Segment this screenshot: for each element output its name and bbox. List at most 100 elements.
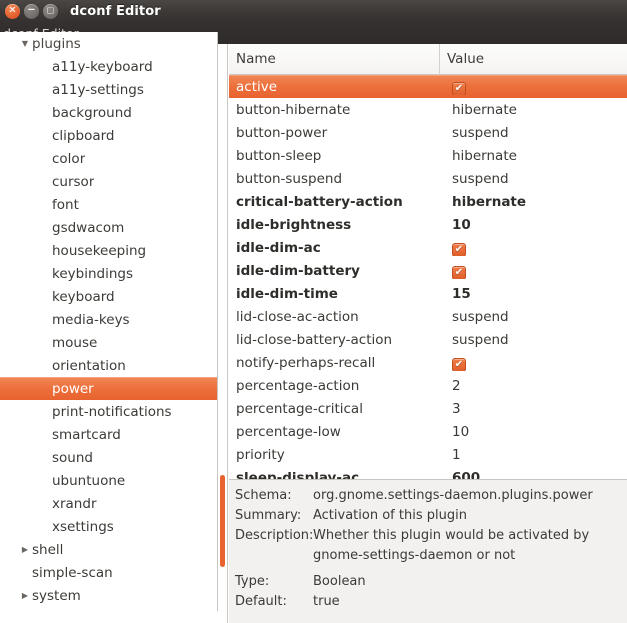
table-row[interactable]: idle-dim-ac [229,236,627,259]
checkbox-checked-icon[interactable] [452,243,466,256]
key-value-cell[interactable]: 1 [440,447,627,463]
key-name-cell: lid-close-battery-action [236,331,393,348]
sidebar-item-color[interactable]: color [0,147,217,170]
sidebar-item-system[interactable]: ▶ system [0,584,217,607]
sidebar-item-simple-scan[interactable]: simple-scan [0,561,217,584]
sidebar-item-media-keys[interactable]: media-keys [0,308,217,331]
sidebar-item-cursor[interactable]: cursor [0,170,217,193]
sidebar-item-font[interactable]: font [0,193,217,216]
window-controls: × − □ [0,3,58,19]
detail-label-default: Default: [235,594,287,609]
table-row[interactable]: percentage-critical 3 [229,397,627,420]
key-value-cell[interactable]: 15 [440,286,627,302]
table-row[interactable]: button-suspend suspend [229,167,627,190]
key-name-cell: percentage-action [236,377,360,394]
table-row[interactable]: idle-brightness 10 [229,213,627,236]
table-row[interactable]: percentage-low 10 [229,420,627,443]
column-header-name[interactable]: Name [229,44,440,75]
key-value-cell[interactable]: 10 [440,424,627,440]
key-value-cell[interactable]: hibernate [440,102,627,118]
table-header-row: Name Value [229,44,627,75]
sidebar-item-label: shell [32,541,64,558]
table-row[interactable]: button-hibernate hibernate [229,98,627,121]
chevron-right-icon[interactable]: ▶ [18,591,32,600]
sidebar-item-xsettings[interactable]: xsettings [0,515,217,538]
sidebar-item-label: keybindings [52,265,133,282]
sidebar-item-mouse[interactable]: mouse [0,331,217,354]
key-value-cell[interactable]: suspend [440,309,627,325]
key-name-cell: notify-perhaps-recall [236,354,376,371]
sidebar-item-a11y-settings[interactable]: a11y-settings [0,78,217,101]
checkbox-checked-icon[interactable] [452,358,466,371]
sidebar-item-yelp[interactable]: yelp [0,607,217,612]
table-row[interactable]: lid-close-battery-action suspend [229,328,627,351]
sidebar-item-label: media-keys [52,311,130,328]
chevron-right-icon[interactable]: ▶ [18,545,32,554]
sidebar-item-background[interactable]: background [0,101,217,124]
sidebar-item-label: power [52,380,94,397]
table-row[interactable]: sleep-display-ac 600 [229,466,627,480]
key-name-cell: priority [236,446,285,463]
table-row[interactable]: active [229,75,627,98]
sidebar-item-plugins[interactable]: ▼ plugins [0,32,217,55]
sidebar-scrollbar-thumb[interactable] [220,475,225,567]
key-value-cell[interactable]: hibernate [440,148,627,164]
table-row[interactable]: button-sleep hibernate [229,144,627,167]
sidebar-item-housekeeping[interactable]: housekeeping [0,239,217,262]
key-value-cell[interactable] [440,354,627,371]
sidebar-item-orientation[interactable]: orientation [0,354,217,377]
sidebar-item-label: housekeeping [52,242,147,259]
table-row[interactable]: idle-dim-time 15 [229,282,627,305]
key-value-cell[interactable] [440,78,627,95]
sidebar-item-clipboard[interactable]: clipboard [0,124,217,147]
key-name-cell: sleep-display-ac [236,469,360,480]
sidebar-item-shell[interactable]: ▶ shell [0,538,217,561]
schema-tree-sidebar[interactable]: ▼ plugins a11y-keyboard a11y-settings backgr… [0,32,218,611]
sidebar-item-label: system [32,587,81,604]
sidebar-item-gsdwacom[interactable]: gsdwacom [0,216,217,239]
column-header-value[interactable]: Value [440,44,627,75]
detail-value-summary: Activation of this plugin [313,508,467,523]
minimize-button[interactable]: − [24,3,39,19]
sidebar-item-xrandr[interactable]: xrandr [0,492,217,515]
checkbox-checked-icon[interactable] [452,266,466,279]
maximize-button[interactable]: □ [43,3,58,19]
table-row[interactable]: critical-battery-action hibernate [229,190,627,213]
key-value-cell[interactable]: suspend [440,332,627,348]
table-row[interactable]: idle-dim-battery [229,259,627,282]
detail-value-description: Whether this plugin would be activated b… [313,528,590,563]
key-value-cell[interactable] [440,262,627,279]
sidebar-item-a11y-keyboard[interactable]: a11y-keyboard [0,55,217,78]
sidebar-item-keybindings[interactable]: keybindings [0,262,217,285]
sidebar-item-label: cursor [52,173,95,190]
key-value-cell[interactable]: 600 [440,470,627,480]
sidebar-item-label: clipboard [52,127,115,144]
sidebar-item-label: orientation [52,357,126,374]
sidebar-item-sound[interactable]: sound [0,446,217,469]
key-value-cell[interactable]: hibernate [440,194,627,210]
table-row[interactable]: lid-close-ac-action suspend [229,305,627,328]
sidebar-item-print-notifications[interactable]: print-notifications [0,400,217,423]
sidebar-item-keyboard[interactable]: keyboard [0,285,217,308]
key-value-cell[interactable]: 2 [440,378,627,394]
key-value-cell[interactable]: suspend [440,125,627,141]
sidebar-item-ubuntuone[interactable]: ubuntuone [0,469,217,492]
detail-value-default: true [313,594,340,609]
key-name-cell: button-hibernate [236,101,351,118]
key-value-cell[interactable]: 3 [440,401,627,417]
table-row[interactable]: priority 1 [229,443,627,466]
key-value-cell[interactable]: 10 [440,217,627,233]
sidebar-item-label: gsdwacom [52,219,125,236]
sidebar-item-power[interactable]: power [0,377,217,400]
close-button[interactable]: × [5,3,20,19]
key-value-cell[interactable]: suspend [440,171,627,187]
table-row[interactable]: notify-perhaps-recall [229,351,627,374]
table-row[interactable]: percentage-action 2 [229,374,627,397]
detail-row-default: Default: true [235,592,627,612]
sidebar-item-label: print-notifications [52,403,172,420]
checkbox-checked-icon[interactable] [452,82,466,95]
table-row[interactable]: button-power suspend [229,121,627,144]
key-value-cell[interactable] [440,239,627,256]
sidebar-item-smartcard[interactable]: smartcard [0,423,217,446]
chevron-down-icon[interactable]: ▼ [18,39,32,48]
